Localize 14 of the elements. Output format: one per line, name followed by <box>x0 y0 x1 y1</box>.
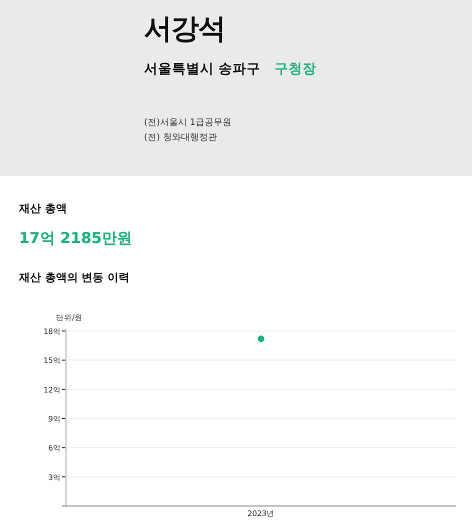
tick-mark <box>62 418 66 419</box>
history-title: 재산 총액의 변동 이력 <box>19 270 130 285</box>
region-label: 서울특별시 송파구 <box>144 60 261 78</box>
tick-mark <box>62 330 66 332</box>
position-label: 구청장 <box>274 60 317 78</box>
total-assets-label: 재산 총액 <box>19 201 67 216</box>
tick-mark <box>62 388 66 390</box>
career-item: (전) 청와대행정관 <box>144 132 217 144</box>
tick-mark <box>62 476 66 478</box>
career-item: (전)서울시 1급공무원 <box>144 117 232 129</box>
tick-mark <box>62 360 66 361</box>
total-assets-value: 17억 2185만원 <box>19 229 132 248</box>
person-name: 서강석 <box>144 11 225 47</box>
tick-mark <box>62 447 66 448</box>
